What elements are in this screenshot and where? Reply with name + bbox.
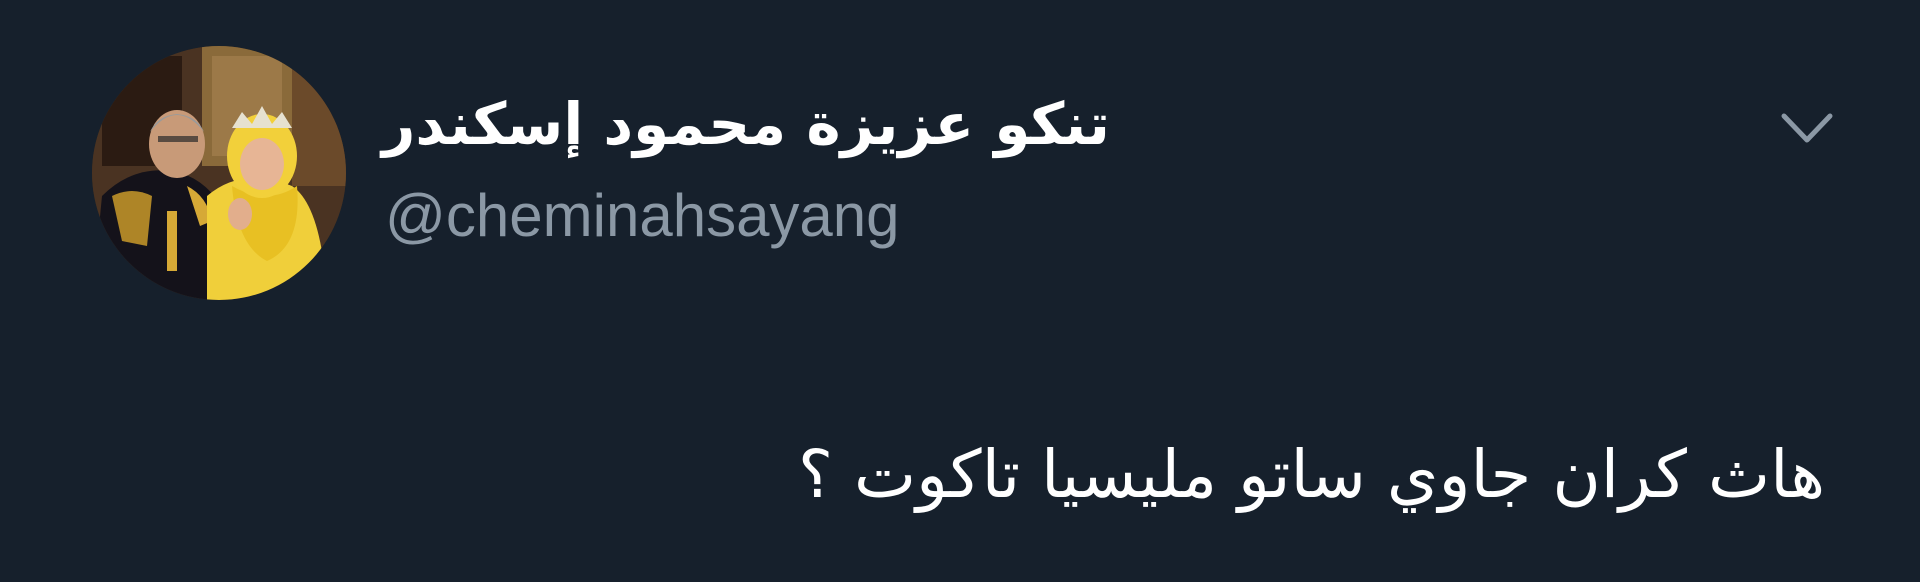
profile-photo-icon	[92, 46, 346, 300]
avatar[interactable]	[92, 46, 346, 300]
tweet-text: هاث كران جاوي ساتو مليسيا تاكوت ؟	[797, 436, 1825, 513]
display-name[interactable]: تنكو عزيزة محمود إسكندر	[382, 88, 1110, 160]
chevron-down-icon[interactable]	[1780, 110, 1834, 148]
tweet-card: تنكو عزيزة محمود إسكندر @cheminahsayang …	[0, 0, 1920, 582]
user-handle[interactable]: @cheminahsayang	[385, 180, 900, 252]
